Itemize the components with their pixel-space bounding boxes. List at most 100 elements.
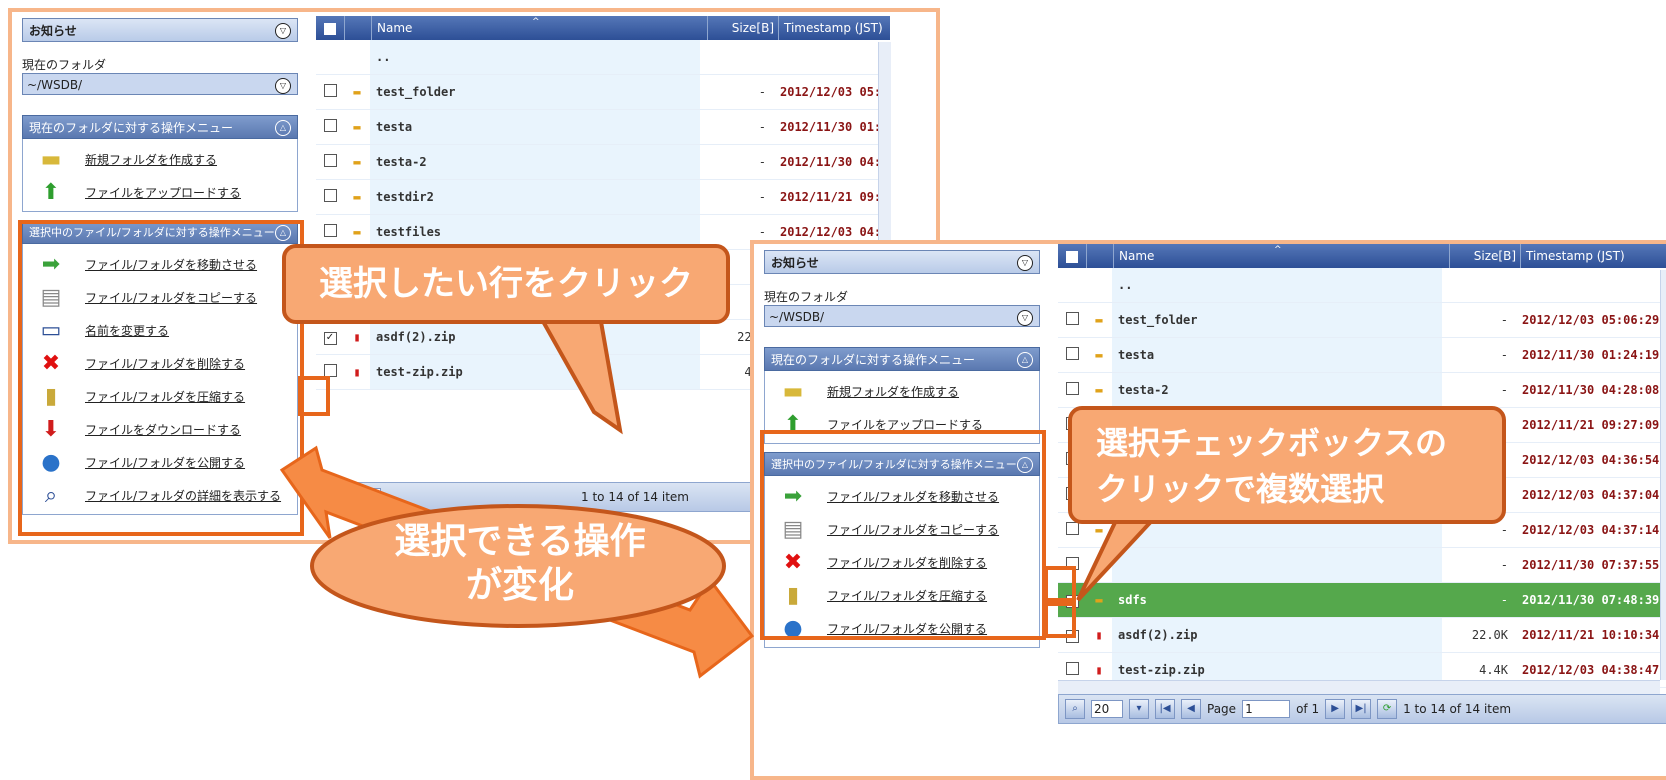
- row-checkbox[interactable]: [1065, 382, 1079, 395]
- checkbox-cell[interactable]: [1058, 662, 1086, 678]
- menu-label[interactable]: ファイル/フォルダを移動させる: [85, 256, 257, 273]
- row-checkbox[interactable]: [1065, 662, 1079, 675]
- first-page-icon[interactable]: |◀: [1155, 699, 1175, 719]
- notice-header[interactable]: お知らせ ▽: [22, 18, 298, 42]
- menu-label[interactable]: ファイル/フォルダを削除する: [85, 355, 245, 372]
- collapse-icon[interactable]: △: [275, 120, 291, 136]
- checkbox-cell[interactable]: [316, 119, 344, 135]
- checkbox-cell[interactable]: [1058, 557, 1086, 573]
- menu-label[interactable]: ファイル/フォルダを移動させる: [827, 488, 999, 505]
- menu-item-compress[interactable]: ▮ ファイル/フォルダを圧縮する: [765, 579, 1039, 612]
- current-folder-path[interactable]: ~/WSDB/ ▽: [22, 73, 298, 95]
- collapse-icon[interactable]: ▽: [275, 23, 291, 39]
- row-checkbox[interactable]: [323, 119, 337, 132]
- timestamp-column-header[interactable]: Timestamp (JST): [1521, 244, 1666, 268]
- menu-item-new-folder[interactable]: ▬ 新規フォルダを作成する: [765, 375, 1039, 408]
- menu-label[interactable]: ファイルをダウンロードする: [85, 421, 241, 438]
- row-checkbox[interactable]: ✓: [1065, 595, 1079, 608]
- last-page-icon[interactable]: ▶|: [1351, 699, 1372, 719]
- current-folder-path[interactable]: ~/WSDB/ ▽: [764, 305, 1040, 327]
- table-row[interactable]: ▬ -2012/11/30 07:37:55: [1058, 548, 1666, 583]
- table-row[interactable]: ▬ test_folder -2012/12/03 05:06:29: [1058, 303, 1666, 338]
- menu-item-move[interactable]: ➡ ファイル/フォルダを移動させる: [765, 480, 1039, 513]
- menu-item-upload[interactable]: ⬆ ファイルをアップロードする: [765, 408, 1039, 441]
- horizontal-scrollbar[interactable]: [1058, 680, 1660, 695]
- row-checkbox[interactable]: [1065, 312, 1079, 325]
- row-checkbox[interactable]: [323, 364, 337, 377]
- collapse-icon[interactable]: △: [1017, 352, 1033, 368]
- menu-item-move[interactable]: ➡ ファイル/フォルダを移動させる: [23, 248, 297, 281]
- checkbox-cell[interactable]: ✓: [1058, 627, 1086, 643]
- table-row[interactable]: ▬ testdir2 -2012/11/21 09:27:09: [316, 180, 890, 215]
- table-row[interactable]: ✓ ▬ sdfs -2012/11/30 07:48:39: [1058, 583, 1666, 618]
- checkbox-cell[interactable]: [316, 364, 344, 380]
- collapse-icon[interactable]: △: [275, 225, 291, 241]
- menu-item-download[interactable]: ⬇ ファイルをダウンロードする: [23, 413, 297, 446]
- table-row[interactable]: ▬ testa -2012/11/30 01:24:19: [316, 110, 890, 145]
- menu-item-new-folder[interactable]: ▬ 新規フォルダを作成する: [23, 143, 297, 176]
- row-checkbox[interactable]: [1065, 522, 1079, 535]
- table-row[interactable]: ▬ testa -2012/11/30 01:24:19: [1058, 338, 1666, 373]
- checkbox-cell[interactable]: [1058, 382, 1086, 398]
- row-checkbox[interactable]: [323, 189, 337, 202]
- checkbox-cell[interactable]: [316, 224, 344, 240]
- name-column-header[interactable]: Name ^: [372, 16, 708, 40]
- checkbox-cell[interactable]: ✓: [316, 329, 344, 345]
- select-all-checkbox[interactable]: [1058, 244, 1087, 268]
- table-row[interactable]: ✓ ▮ asdf(2).zip 22.0K 2012/11/21 10:10:34: [1058, 618, 1666, 653]
- menu-label[interactable]: ファイル/フォルダを圧縮する: [827, 587, 987, 604]
- page-input[interactable]: 1: [1242, 700, 1291, 718]
- menu-label[interactable]: ファイル/フォルダの詳細を表示する: [85, 487, 281, 504]
- size-column-header[interactable]: Size[B]: [708, 16, 779, 40]
- dropdown-icon[interactable]: ▽: [1017, 310, 1033, 326]
- refresh-icon[interactable]: ⟳: [1377, 699, 1398, 719]
- page-size-select[interactable]: 20: [1091, 700, 1123, 718]
- menu-item-compress[interactable]: ▮ ファイル/フォルダを圧縮する: [23, 380, 297, 413]
- dropdown-icon[interactable]: ▽: [275, 78, 291, 94]
- name-column-header[interactable]: Name ^: [1114, 244, 1450, 268]
- selection-menu-header[interactable]: 選択中のファイル/フォルダに対する操作メニュー △: [764, 452, 1040, 476]
- row-checkbox[interactable]: [323, 224, 337, 237]
- menu-label[interactable]: ファイル/フォルダを公開する: [85, 454, 245, 471]
- parent-row[interactable]: ..: [1058, 268, 1666, 303]
- table-row[interactable]: ▬ testa-2 -2012/11/30 04:28:08: [1058, 373, 1666, 408]
- selection-menu-header[interactable]: 選択中のファイル/フォルダに対する操作メニュー △: [22, 220, 298, 244]
- menu-label[interactable]: 新規フォルダを作成する: [827, 383, 959, 400]
- row-checkbox[interactable]: [323, 154, 337, 167]
- menu-label[interactable]: 新規フォルダを作成する: [85, 151, 217, 168]
- menu-label[interactable]: ファイルをアップロードする: [827, 416, 983, 433]
- folder-menu-header[interactable]: 現在のフォルダに対する操作メニュー △: [764, 347, 1040, 371]
- checkbox-cell[interactable]: ✓: [1058, 592, 1086, 608]
- menu-label[interactable]: ファイル/フォルダを削除する: [827, 554, 987, 571]
- size-column-header[interactable]: Size[B]: [1450, 244, 1521, 268]
- checkbox-cell[interactable]: [316, 189, 344, 205]
- menu-item-publish[interactable]: ● ファイル/フォルダを公開する: [765, 612, 1039, 645]
- menu-label[interactable]: ファイル/フォルダをコピーする: [827, 521, 999, 538]
- row-checkbox[interactable]: ✓: [323, 332, 337, 345]
- search-icon[interactable]: ⌕: [323, 487, 343, 507]
- timestamp-column-header[interactable]: Timestamp (JST): [779, 16, 890, 40]
- row-checkbox[interactable]: [323, 84, 337, 97]
- table-row[interactable]: ▬ testa-2 -2012/11/30 04:28:08: [316, 145, 890, 180]
- row-checkbox[interactable]: [1065, 557, 1079, 570]
- menu-item-delete[interactable]: ✖ ファイル/フォルダを削除する: [23, 347, 297, 380]
- menu-item-copy[interactable]: ▤ ファイル/フォルダをコピーする: [23, 281, 297, 314]
- collapse-icon[interactable]: ▽: [1017, 255, 1033, 271]
- menu-label[interactable]: 名前を変更する: [85, 322, 169, 339]
- vertical-scrollbar[interactable]: [1660, 270, 1666, 680]
- menu-item-delete[interactable]: ✖ ファイル/フォルダを削除する: [765, 546, 1039, 579]
- menu-label[interactable]: ファイル/フォルダをコピーする: [85, 289, 257, 306]
- page-size-select[interactable]: 20: [349, 488, 381, 506]
- menu-item-details[interactable]: ⌕ ファイル/フォルダの詳細を表示する: [23, 479, 297, 512]
- collapse-icon[interactable]: △: [1017, 457, 1033, 473]
- checkbox-cell[interactable]: [1058, 347, 1086, 363]
- menu-item-rename[interactable]: ▭ 名前を変更する: [23, 314, 297, 347]
- checkbox-cell[interactable]: [316, 154, 344, 170]
- folder-menu-header[interactable]: 現在のフォルダに対する操作メニュー △: [22, 115, 298, 139]
- parent-row[interactable]: ..: [316, 40, 890, 75]
- row-checkbox[interactable]: [1065, 347, 1079, 360]
- select-all-checkbox[interactable]: [316, 16, 345, 40]
- menu-label[interactable]: ファイル/フォルダを圧縮する: [85, 388, 245, 405]
- menu-label[interactable]: ファイルをアップロードする: [85, 184, 241, 201]
- notice-header[interactable]: お知らせ ▽: [764, 250, 1040, 274]
